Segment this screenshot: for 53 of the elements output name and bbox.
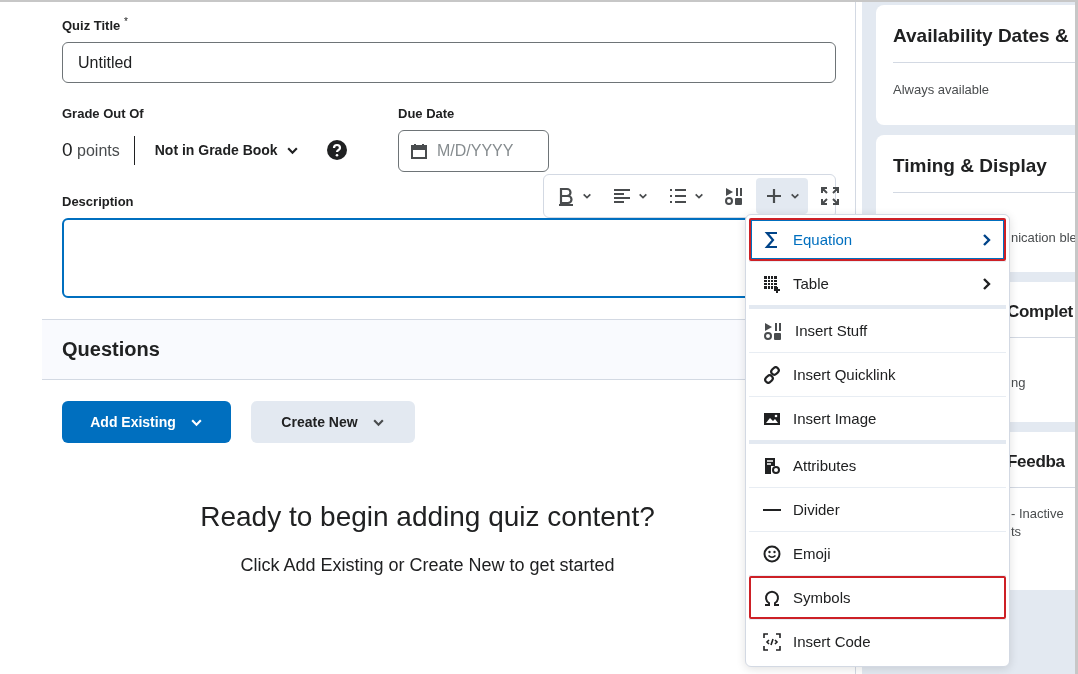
title-field[interactable]: Untitled xyxy=(62,42,836,84)
menu-item[interactable]: Insert Quicklink xyxy=(749,353,1006,396)
menu-item[interactable]: Equation xyxy=(749,218,1006,261)
card-summary: - Inactive xyxy=(1011,505,1064,523)
field-label: Due Date xyxy=(398,106,455,122)
media-icon xyxy=(763,320,783,341)
field-label: Quiz Title $^{*}$ xyxy=(62,16,128,34)
section-title: Questions xyxy=(62,338,160,362)
add-existing-button[interactable]: Add Existing xyxy=(62,401,231,444)
menu-item[interactable]: Insert Stuff xyxy=(749,309,1006,352)
menu-item[interactable]: Insert Code xyxy=(749,620,1006,663)
chevron-down-icon xyxy=(694,191,704,201)
media-icon xyxy=(724,186,744,206)
empty-message: Click Add Existing or Create New to get started xyxy=(240,555,615,577)
menu-item[interactable]: Insert Image xyxy=(749,397,1006,440)
menu-item[interactable]: Symbols xyxy=(749,576,1006,619)
card-title: Availability Dates & xyxy=(893,25,1069,47)
settings-card[interactable]: Availability Dates & Always available xyxy=(876,5,1075,125)
align-left-icon xyxy=(612,186,632,206)
card-title: Complet xyxy=(1007,302,1073,322)
link-icon xyxy=(763,365,781,384)
horizontal-line-icon xyxy=(763,508,781,511)
smiley-icon xyxy=(763,544,781,563)
menu-item[interactable]: Divider xyxy=(749,488,1006,531)
fullscreen-icon xyxy=(820,186,840,206)
menu-item[interactable]: Attributes xyxy=(749,444,1006,487)
field-label: Description xyxy=(62,194,134,210)
calendar-icon xyxy=(411,143,427,160)
date-field[interactable]: M/D/YYYY xyxy=(398,130,549,173)
grade-book-dropdown[interactable]: Not in Grade Book xyxy=(140,142,313,159)
empty-title: Ready to begin adding quiz content? xyxy=(200,501,655,534)
plus-icon xyxy=(764,186,784,206)
chevron-down-icon xyxy=(790,191,800,201)
chevron-down-icon xyxy=(638,191,648,201)
card-title: Timing & Display xyxy=(893,155,1047,177)
field-label: Grade Out Of xyxy=(62,106,144,122)
points-value: 0 points xyxy=(62,135,135,165)
document-settings-icon xyxy=(763,456,781,475)
insert-tool-button[interactable] xyxy=(756,178,808,214)
menu-item[interactable]: Emoji xyxy=(749,532,1006,575)
chevron-right-icon xyxy=(982,232,992,247)
table-icon xyxy=(763,274,781,293)
bold-icon xyxy=(556,186,576,206)
list-icon xyxy=(668,186,688,206)
chevron-down-icon xyxy=(582,191,592,201)
card-summary: Always available xyxy=(893,81,990,99)
card-summary: ts xyxy=(1011,523,1022,541)
help-icon[interactable] xyxy=(326,140,347,161)
chevron-right-icon xyxy=(982,276,992,291)
omega-icon xyxy=(763,588,781,607)
card-summary: ng xyxy=(1011,374,1026,392)
code-icon xyxy=(763,632,781,651)
create-new-button[interactable]: Create New xyxy=(251,401,415,444)
